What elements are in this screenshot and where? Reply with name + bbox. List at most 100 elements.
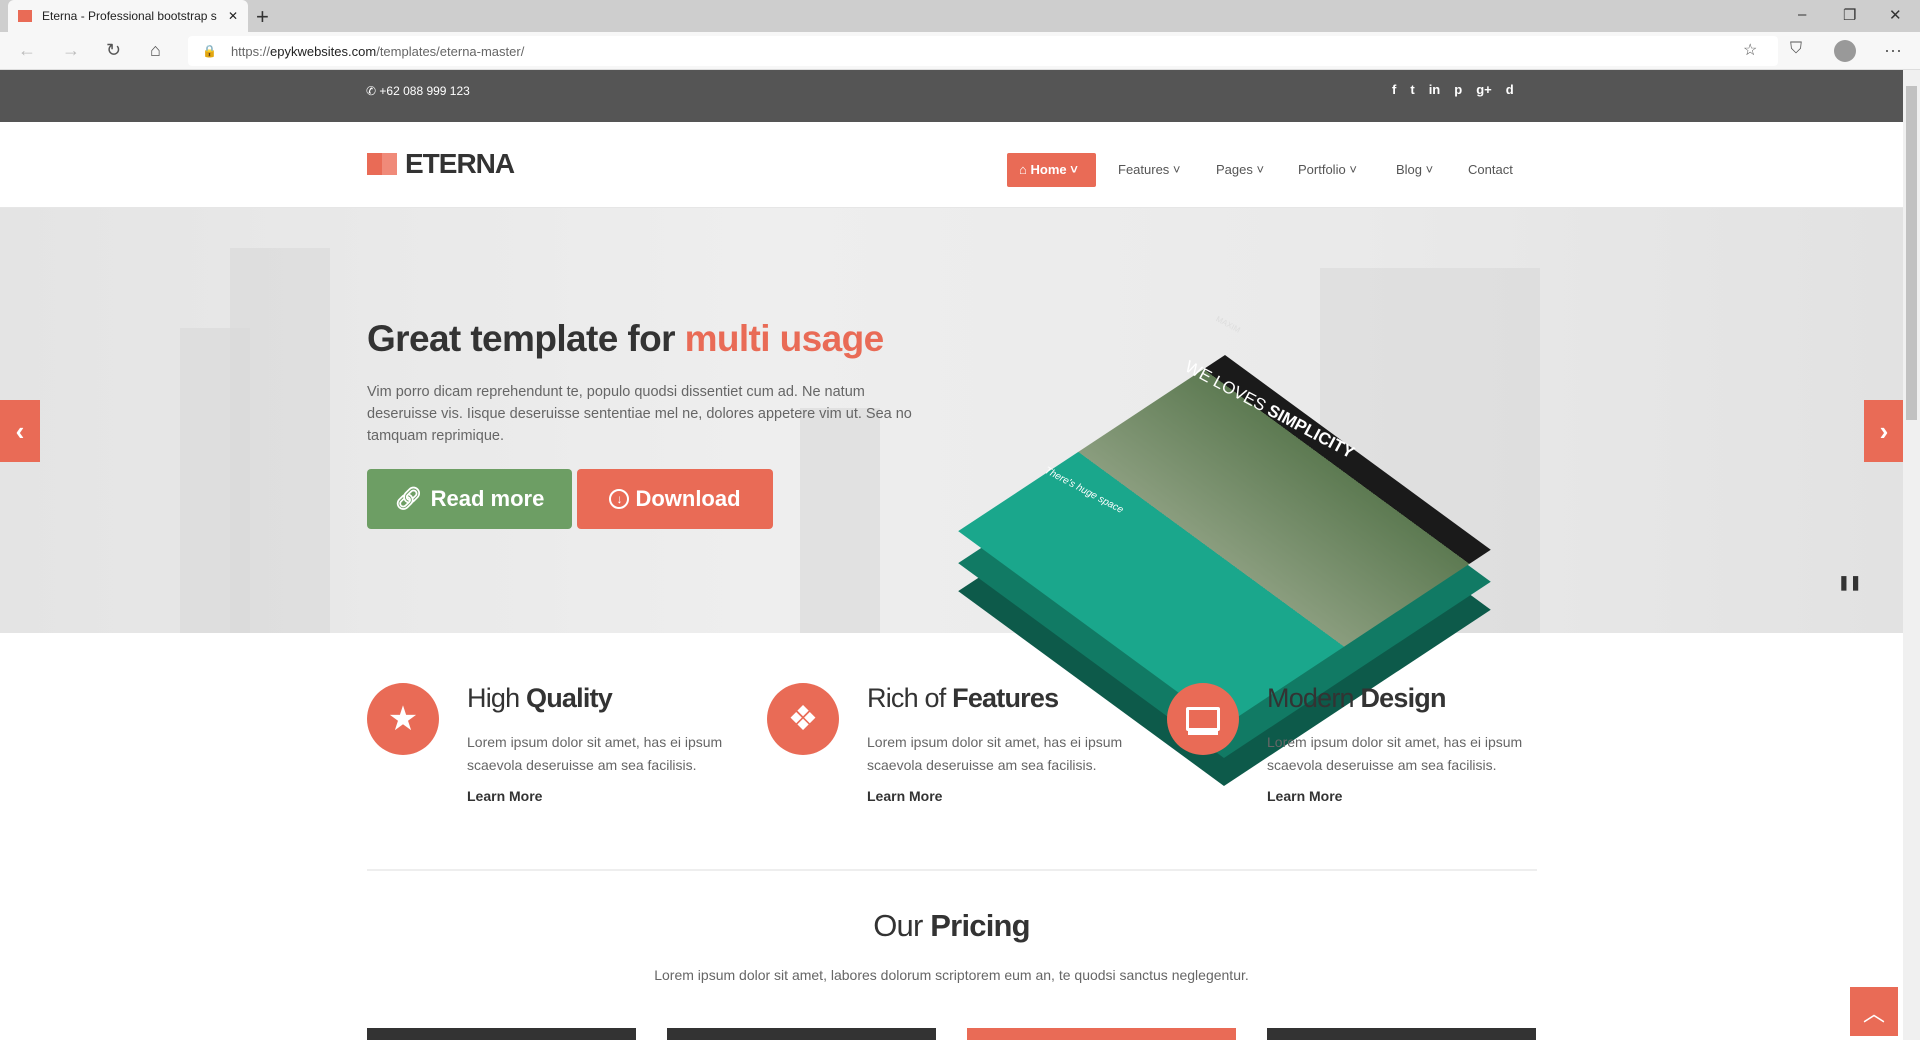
close-window-icon[interactable]: ✕	[1889, 6, 1902, 24]
restore-icon[interactable]: ❐	[1843, 6, 1856, 24]
back-to-top-button[interactable]: ︿	[1850, 987, 1898, 1036]
nav-label: Features	[1118, 162, 1170, 177]
nav-label: Home	[1030, 162, 1067, 177]
dropbox-icon: ❖	[767, 683, 839, 755]
site-header	[0, 122, 1903, 208]
url-bar[interactable]: 🔒 https://epykwebsites.com/templates/ete…	[188, 36, 1778, 66]
link-icon: 🔗︎	[394, 486, 423, 511]
section-divider	[367, 869, 1537, 871]
learn-more-link[interactable]: Learn More	[867, 788, 942, 804]
feature-title: Modern Design	[1267, 683, 1446, 714]
phone-number: ✆ +62 088 999 123	[366, 84, 470, 98]
feature-high-quality: ★ High Quality Lorem ipsum dolor sit ame…	[367, 683, 757, 813]
hero-title-main: Great template for	[367, 318, 685, 359]
lock-icon: 🔒	[202, 44, 217, 58]
scrollbar-thumb[interactable]	[1906, 86, 1917, 420]
favicon-icon	[18, 10, 32, 22]
nav-pages[interactable]: Pages ˅	[1204, 153, 1276, 187]
favorite-star-icon[interactable]: ☆	[1743, 40, 1757, 60]
pricing-card-featured	[967, 1028, 1236, 1040]
url-prefix: https://	[230, 43, 270, 59]
title-light: High	[467, 683, 527, 713]
close-tab-icon[interactable]: ✕	[228, 9, 238, 23]
reload-icon[interactable]: ↻	[106, 40, 121, 61]
google-plus-icon[interactable]: g+	[1476, 82, 1492, 97]
learn-more-link[interactable]: Learn More	[467, 788, 542, 804]
url-path: /templates/eterna-master/	[376, 43, 525, 59]
profile-avatar[interactable]	[1834, 40, 1856, 62]
star-icon: ★	[367, 683, 439, 755]
read-more-label: Read more	[430, 486, 545, 511]
download-button[interactable]: ↓ Download	[577, 469, 773, 529]
chevron-up-icon: ︿	[1862, 1000, 1885, 1026]
laptop-icon	[1167, 683, 1239, 755]
nav-features[interactable]: Features ˅	[1106, 153, 1193, 187]
feature-title: High Quality	[467, 683, 613, 714]
nav-label: Pages	[1216, 162, 1253, 177]
hero-mockup-image: WE LOVES SIMPLICITY MAXIM There's huge s…	[958, 314, 1535, 786]
facebook-icon[interactable]: f	[1392, 82, 1396, 97]
top-bar	[0, 70, 1903, 122]
chevron-right-icon: ›	[1879, 415, 1889, 446]
pricing-card	[667, 1028, 936, 1040]
browser-tab-bar	[0, 0, 1920, 32]
background-building	[180, 328, 250, 633]
pinterest-icon[interactable]: p	[1454, 82, 1462, 97]
hero-text: Vim porro dicam reprehendunt te, populo …	[367, 384, 912, 444]
logo-text: ETERNA	[405, 148, 515, 179]
more-icon[interactable]: ···	[1884, 40, 1902, 61]
logo-mark	[367, 153, 397, 175]
hero-slider	[0, 208, 1903, 633]
nav-portfolio[interactable]: Portfolio ˅	[1286, 153, 1369, 187]
title-bold: Quality	[526, 683, 613, 713]
feature-text: Lorem ipsum dolor sit amet, has ei ipsum…	[467, 734, 723, 773]
home-icon[interactable]: ⌂	[150, 40, 161, 61]
slider-prev-button[interactable]: ‹	[0, 400, 40, 462]
forward-icon[interactable]: →	[62, 40, 80, 61]
collections-icon[interactable]: ⛉	[1790, 40, 1802, 58]
title-light: Rich of	[867, 683, 953, 713]
nav-home[interactable]: ⌂ Home ˅	[1007, 153, 1096, 187]
feature-text: Lorem ipsum dolor sit amet, has ei ipsum…	[867, 734, 1123, 773]
minimize-icon[interactable]: –	[1798, 6, 1806, 23]
title-light: Modern	[1267, 683, 1361, 713]
tab-title: Eterna - Professional bootstrap s	[42, 9, 217, 23]
new-tab-button[interactable]: +	[256, 4, 269, 30]
title-bold: Design	[1360, 683, 1446, 713]
download-circle-icon: ↓	[609, 489, 630, 509]
pause-icon[interactable]: ❚❚	[1838, 574, 1861, 591]
title-bold: Features	[952, 683, 1059, 713]
dribbble-icon[interactable]: d	[1506, 82, 1514, 97]
nav-label: Blog	[1396, 162, 1423, 177]
hero-title: Great template for multi usage	[367, 318, 884, 360]
feature-text: Lorem ipsum dolor sit amet, has ei ipsum…	[1267, 734, 1523, 773]
nav-contact[interactable]: Contact	[1456, 153, 1525, 187]
mockup-layer	[958, 355, 1491, 726]
chevron-left-icon: ‹	[15, 415, 25, 446]
social-links: f t in p g+ d	[1392, 82, 1514, 97]
slider-next-button[interactable]: ›	[1864, 400, 1904, 462]
learn-more-link[interactable]: Learn More	[1267, 788, 1342, 804]
linkedin-icon[interactable]: in	[1429, 82, 1441, 97]
read-more-button[interactable]: 🔗︎ Read more	[367, 469, 572, 529]
phone-text: +62 088 999 123	[379, 84, 470, 98]
nav-label: Portfolio	[1298, 162, 1346, 177]
browser-tab[interactable]: Eterna - Professional bootstrap s ✕	[8, 0, 248, 32]
download-label: Download	[635, 486, 741, 511]
pricing-title-light: Our	[873, 908, 931, 943]
hero-title-accent: multi usage	[684, 318, 885, 359]
url-domain: epykwebsites.com	[269, 43, 377, 59]
pricing-title: Our Pricing	[0, 908, 1903, 944]
feature-modern-design: Modern Design Lorem ipsum dolor sit amet…	[1167, 683, 1557, 813]
pricing-title-bold: Pricing	[930, 908, 1030, 943]
feature-rich-features: ❖ Rich of Features Lorem ipsum dolor sit…	[767, 683, 1157, 813]
nav-blog[interactable]: Blog ˅	[1384, 153, 1445, 187]
twitter-icon[interactable]: t	[1410, 82, 1414, 97]
logo[interactable]: ETERNA	[367, 148, 515, 180]
pricing-card	[1267, 1028, 1536, 1040]
pricing-card	[367, 1028, 636, 1040]
feature-title: Rich of Features	[867, 683, 1059, 714]
pricing-subtitle: Lorem ipsum dolor sit amet, labores dolo…	[654, 967, 1249, 983]
back-icon[interactable]: ←	[18, 40, 36, 61]
phone-icon: ✆	[366, 84, 377, 98]
